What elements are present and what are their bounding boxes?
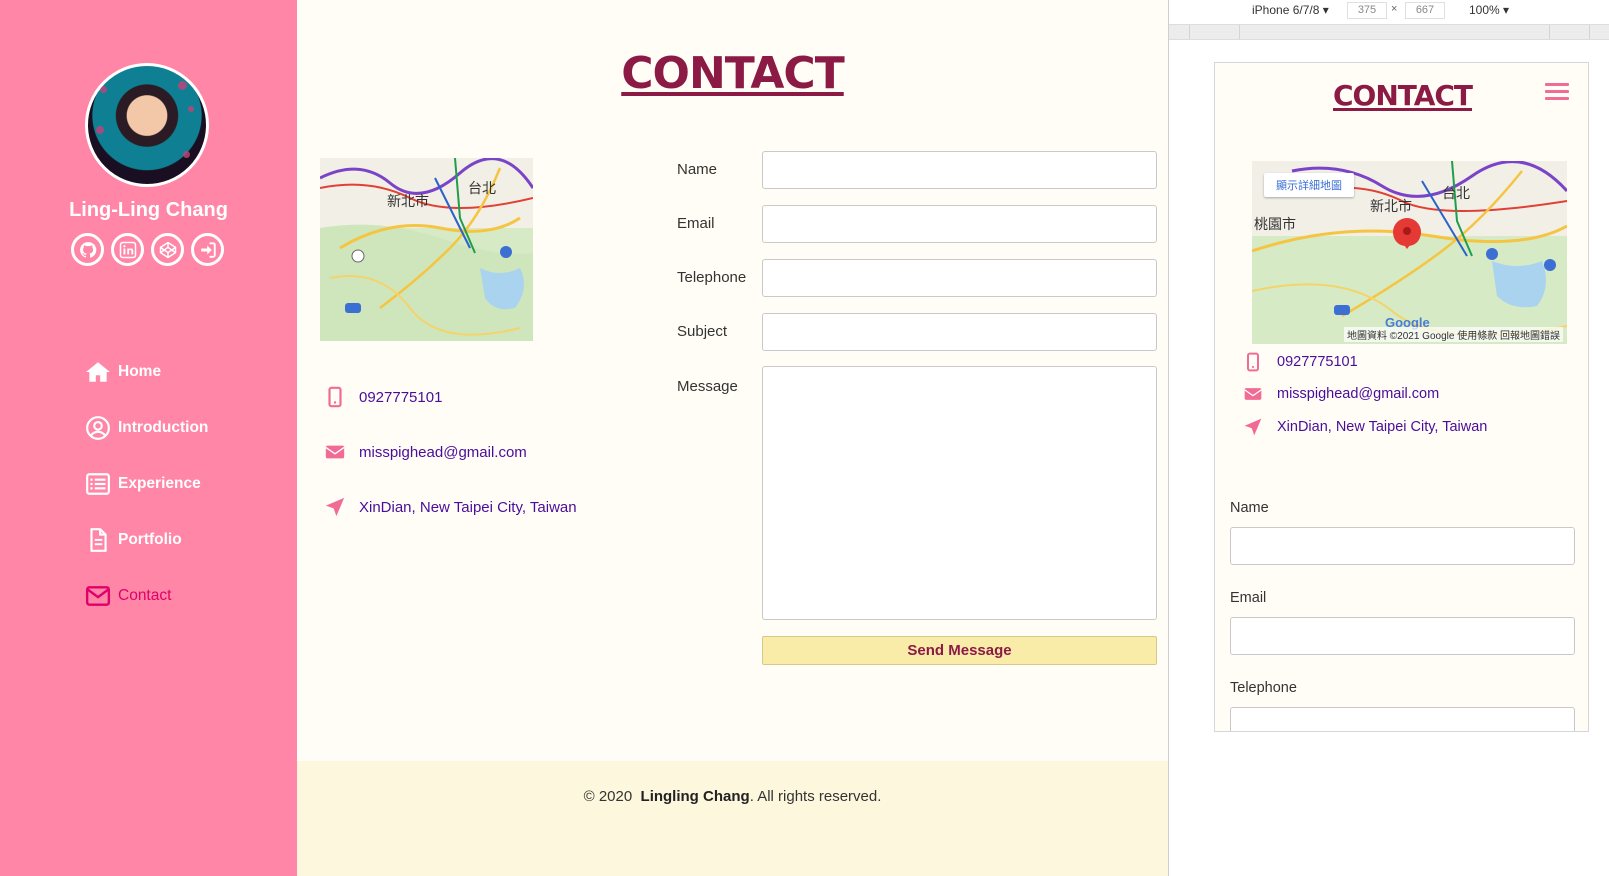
name-label: Name	[677, 161, 718, 178]
email-input[interactable]	[762, 205, 1157, 243]
embedded-map[interactable]: 新北市 台北	[320, 158, 533, 341]
map-label-city: 台北	[1442, 186, 1470, 202]
mobile-email-label: Email	[1230, 590, 1267, 606]
footer-text: © 2020 Lingling Chang. All rights reserv…	[297, 788, 1168, 805]
sidebar: Ling-Ling Chang Home Introduction Experi…	[0, 0, 297, 876]
map-attribution[interactable]: 地圖資料 ©2021 Google 使用條款 回報地圖錯誤	[1344, 327, 1563, 342]
sidebar-nav: Home Introduction Experience Portfolio C…	[85, 344, 208, 624]
mobile-telephone-label: Telephone	[1230, 680, 1297, 696]
contact-location: XinDian, New Taipei City, Taiwan	[324, 496, 577, 518]
contact-phone-text[interactable]: 0927775101	[359, 389, 442, 406]
codepen-icon	[159, 241, 176, 258]
message-label: Message	[677, 378, 738, 395]
dimension-separator: ×	[1391, 3, 1398, 15]
mobile-embedded-map[interactable]: 新北市 台北 桃園市 顯示詳細地圖 Google 地圖資料 ©2021 Goog…	[1252, 161, 1567, 344]
hamburger-menu-icon[interactable]	[1545, 83, 1569, 101]
nav-item-contact[interactable]: Contact	[85, 568, 208, 624]
device-width-input[interactable]: 375	[1347, 2, 1387, 19]
envelope-icon	[85, 586, 111, 606]
github-icon	[79, 241, 96, 258]
mobile-telephone-input[interactable]	[1230, 707, 1575, 731]
codepen-link[interactable]	[151, 233, 184, 266]
footer-rights: . All rights reserved.	[749, 788, 882, 805]
user-circle-icon	[86, 416, 110, 440]
mobile-viewport: CONTACT 新北市 台北 桃園市 顯示詳細地圖 Google 地圖資料 ©2…	[1214, 62, 1589, 732]
mobile-contact-email: misspighead@gmail.com	[1243, 384, 1439, 404]
map-label-city: 新北市	[1370, 198, 1412, 215]
map-label-city: 台北	[468, 181, 496, 197]
mobile-email-input[interactable]	[1230, 617, 1575, 655]
linkedin-link[interactable]	[111, 233, 144, 266]
envelope-icon	[1244, 388, 1262, 400]
mobile-icon	[1247, 352, 1259, 372]
send-message-button[interactable]: Send Message	[762, 636, 1157, 665]
contact-phone: 0927775101	[324, 386, 442, 408]
footer-copyright: © 2020	[583, 788, 633, 805]
nav-item-experience[interactable]: Experience	[85, 456, 208, 512]
footer	[297, 761, 1168, 876]
file-icon	[90, 528, 107, 552]
mobile-contact-location: XinDian, New Taipei City, Taiwan	[1243, 417, 1487, 437]
list-icon	[86, 473, 110, 495]
mobile-page-title: CONTACT	[1332, 79, 1473, 112]
contact-location-text: XinDian, New Taipei City, Taiwan	[359, 498, 577, 516]
email-label: Email	[677, 215, 715, 232]
nav-item-home[interactable]: Home	[85, 344, 208, 400]
mobile-name-label: Name	[1230, 500, 1269, 516]
page-title: CONTACT	[621, 48, 844, 99]
telephone-input[interactable]	[762, 259, 1157, 297]
avatar	[85, 63, 209, 187]
sign-in-link[interactable]	[191, 233, 224, 266]
nav-item-introduction[interactable]: Introduction	[85, 400, 208, 456]
message-textarea[interactable]	[762, 366, 1157, 620]
social-links	[71, 233, 224, 266]
nav-item-portfolio[interactable]: Portfolio	[85, 512, 208, 568]
mobile-contact-phone-text[interactable]: 0927775101	[1277, 354, 1358, 370]
name-input[interactable]	[762, 151, 1157, 189]
mobile-name-input[interactable]	[1230, 527, 1575, 565]
location-arrow-icon	[1244, 418, 1262, 436]
linkedin-icon	[119, 241, 136, 258]
map-label-city: 新北市	[387, 193, 429, 210]
mobile-icon	[328, 386, 342, 408]
device-height-input[interactable]: 667	[1405, 2, 1445, 19]
contact-email-text[interactable]: misspighead@gmail.com	[359, 444, 527, 461]
telephone-label: Telephone	[677, 269, 747, 286]
github-link[interactable]	[71, 233, 104, 266]
nav-item-label: Portfolio	[118, 531, 182, 548]
contact-email: misspighead@gmail.com	[324, 441, 527, 463]
device-select[interactable]: iPhone 6/7/8 ▾	[1252, 3, 1329, 17]
footer-owner: Lingling Chang	[640, 788, 750, 805]
profile-name: Ling-Ling Chang	[69, 199, 228, 221]
sign-in-icon	[200, 241, 216, 258]
nav-item-label: Contact	[118, 587, 172, 604]
subject-input[interactable]	[762, 313, 1157, 351]
mobile-contact-location-text: XinDian, New Taipei City, Taiwan	[1277, 419, 1488, 435]
device-toolbar: iPhone 6/7/8 ▾ 375 × 667 100% ▾	[1169, 0, 1609, 22]
view-larger-map-button[interactable]: 顯示詳細地圖	[1264, 173, 1354, 197]
location-arrow-icon	[325, 497, 345, 517]
mobile-contact-phone: 0927775101	[1243, 352, 1358, 372]
subject-label: Subject	[677, 323, 728, 340]
zoom-select[interactable]: 100% ▾	[1469, 3, 1509, 17]
envelope-icon	[325, 445, 345, 459]
main-content: CONTACT 新北市 台北 0927775101 misspighead@gm…	[297, 0, 1168, 876]
nav-item-label: Home	[118, 363, 162, 380]
mobile-contact-email-text[interactable]: misspighead@gmail.com	[1277, 386, 1439, 402]
home-icon	[86, 362, 110, 382]
map-label-city: 桃園市	[1254, 216, 1296, 233]
nav-item-label: Introduction	[118, 419, 209, 436]
nav-item-label: Experience	[118, 475, 201, 492]
media-query-ruler	[1169, 24, 1609, 40]
device-emulation-pane: iPhone 6/7/8 ▾ 375 × 667 100% ▾ CONTACT	[1168, 0, 1609, 876]
